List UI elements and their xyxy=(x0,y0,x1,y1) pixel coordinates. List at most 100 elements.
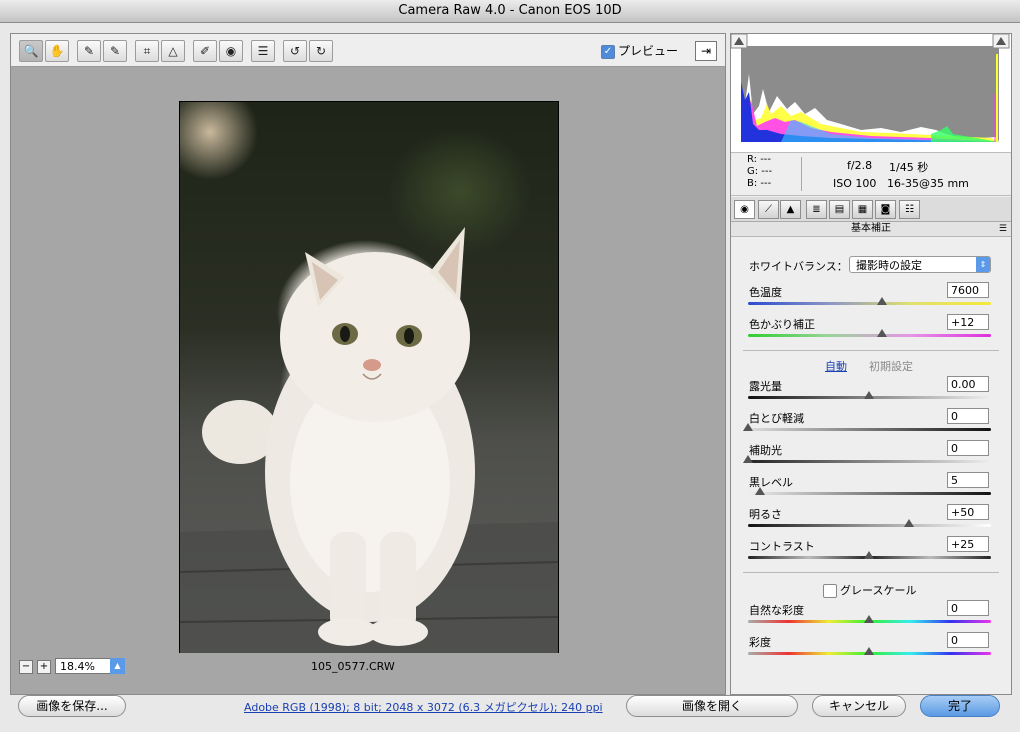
exposure-knob[interactable] xyxy=(864,391,874,399)
auto-link[interactable]: 自動 xyxy=(825,358,847,374)
contrast-knob[interactable] xyxy=(864,551,874,559)
grayscale-checkbox[interactable] xyxy=(823,584,837,598)
section-header: 基本補正 ☰ xyxy=(731,222,1011,237)
panel-menu-icon[interactable]: ☰ xyxy=(999,222,1007,236)
slider-label-tint: 色かぶり補正 xyxy=(749,318,815,331)
white-balance-label: ホワイトバランス： xyxy=(749,260,848,273)
vibrance-field[interactable]: 0 xyxy=(947,600,989,616)
workflow-options-link[interactable]: Adobe RGB (1998); 8 bit; 2048 x 3072 (6.… xyxy=(244,699,603,715)
tint-knob[interactable] xyxy=(877,329,887,337)
tab-lens-icon[interactable]: ▦ xyxy=(852,200,873,219)
white-balance-select[interactable]: 撮影時の設定 ⇕ xyxy=(849,256,991,273)
file-name: 105_0577.CRW xyxy=(311,660,395,673)
fill-light-knob[interactable] xyxy=(743,455,753,463)
exposure-field[interactable]: 0.00 xyxy=(947,376,989,392)
slider-label-contrast: コントラスト xyxy=(749,540,815,553)
green-readout: G: --- xyxy=(747,166,773,177)
tab-detail-icon[interactable]: ▲ xyxy=(780,200,801,219)
zoom-tool-icon[interactable]: 🔍 xyxy=(19,40,43,62)
preview-label: プレビュー xyxy=(618,44,679,58)
slider-label-temperature: 色温度 xyxy=(749,286,782,299)
aperture-value: f/2.8 xyxy=(847,159,873,172)
shutter-value: 1/45 秒 xyxy=(889,161,929,174)
zoom-out-button[interactable]: − xyxy=(19,660,33,674)
slider-label-vibrance: 自然な彩度 xyxy=(749,604,804,617)
recovery-slider[interactable] xyxy=(748,428,991,431)
saturation-knob[interactable] xyxy=(864,647,874,655)
recovery-field[interactable]: 0 xyxy=(947,408,989,424)
lens-value: 16-35@35 mm xyxy=(887,177,969,190)
cat-illustration xyxy=(180,227,558,669)
open-image-button[interactable]: 画像を開く xyxy=(626,695,798,717)
grayscale-toggle[interactable]: グレースケール xyxy=(823,582,916,598)
hand-tool-icon[interactable]: ✋ xyxy=(45,40,69,62)
temperature-field[interactable]: 7600 xyxy=(947,282,989,298)
slider-label-saturation: 彩度 xyxy=(749,636,771,649)
tint-field[interactable]: +12 xyxy=(947,314,989,330)
temperature-slider[interactable] xyxy=(748,302,991,305)
zoom-dropdown-icon[interactable]: ▲ xyxy=(110,658,125,674)
chevron-updown-icon: ⇕ xyxy=(976,257,990,272)
slider-label-recovery: 白とび軽減 xyxy=(749,412,804,425)
straighten-tool-icon[interactable]: △ xyxy=(161,40,185,62)
tab-hsl-icon[interactable]: ≣ xyxy=(806,200,827,219)
retouch-tool-icon[interactable]: ✐ xyxy=(193,40,217,62)
slider-label-exposure: 露光量 xyxy=(749,380,782,393)
info-divider xyxy=(801,157,802,191)
tab-presets-icon[interactable]: ☷ xyxy=(899,200,920,219)
slider-label-brightness: 明るさ xyxy=(749,508,782,521)
color-sampler-tool-icon[interactable]: ✎ xyxy=(103,40,127,62)
default-link: 初期設定 xyxy=(869,360,913,373)
cancel-button[interactable]: キャンセル xyxy=(812,695,906,717)
histogram xyxy=(730,33,1011,153)
brightness-field[interactable]: +50 xyxy=(947,504,989,520)
fullscreen-icon[interactable]: ⇥ xyxy=(695,41,717,61)
grayscale-label: グレースケール xyxy=(840,584,917,597)
recovery-knob[interactable] xyxy=(743,423,753,431)
tab-split-toning-icon[interactable]: ▤ xyxy=(829,200,850,219)
divider xyxy=(743,572,999,573)
vibrance-knob[interactable] xyxy=(864,615,874,623)
tool-bar: 🔍 ✋ ✎ ✎ ⌗ △ ✐ ◉ ☰ ↺ ↻ ✓ プレビュー ⇥ xyxy=(11,34,725,67)
preferences-tool-icon[interactable]: ☰ xyxy=(251,40,275,62)
tab-camera-calibration-icon[interactable]: ◙ xyxy=(875,200,896,219)
tab-tone-curve-icon[interactable]: ⟋ xyxy=(758,200,779,219)
adjustments-panel: R: --- G: --- B: --- f/2.8 1/45 秒 ISO 10… xyxy=(730,33,1012,695)
white-balance-tool-icon[interactable]: ✎ xyxy=(77,40,101,62)
brightness-knob[interactable] xyxy=(904,519,914,527)
blacks-slider[interactable] xyxy=(748,492,991,495)
white-balance-value: 撮影時の設定 xyxy=(856,259,922,272)
cat-photo xyxy=(179,101,559,670)
save-image-button[interactable]: 画像を保存... xyxy=(18,695,126,717)
tab-basic-icon[interactable]: ◉ xyxy=(734,200,755,219)
blacks-knob[interactable] xyxy=(755,487,765,495)
iso-value: ISO 100 xyxy=(833,177,877,190)
zoom-in-button[interactable]: + xyxy=(37,660,51,674)
red-readout: R: --- xyxy=(747,154,772,165)
window-title: Camera Raw 4.0 - Canon EOS 10D xyxy=(0,0,1020,23)
camera-raw-window: 🔍 ✋ ✎ ✎ ⌗ △ ✐ ◉ ☰ ↺ ↻ ✓ プレビュー ⇥ − + 18.4… xyxy=(0,23,1020,732)
saturation-field[interactable]: 0 xyxy=(947,632,989,648)
blue-readout: B: --- xyxy=(747,178,772,189)
preview-toggle[interactable]: ✓ プレビュー xyxy=(601,42,678,59)
exif-info: R: --- G: --- B: --- f/2.8 1/45 秒 ISO 10… xyxy=(731,153,1011,196)
blacks-field[interactable]: 5 xyxy=(947,472,989,488)
contrast-field[interactable]: +25 xyxy=(947,536,989,552)
slider-label-fill-light: 補助光 xyxy=(749,444,782,457)
preview-checkbox[interactable]: ✓ xyxy=(601,44,615,59)
rotate-ccw-tool-icon[interactable]: ↺ xyxy=(283,40,307,62)
done-button[interactable]: 完了 xyxy=(920,695,1000,717)
temperature-knob[interactable] xyxy=(877,297,887,305)
brightness-slider[interactable] xyxy=(748,524,991,527)
preview-area: 🔍 ✋ ✎ ✎ ⌗ △ ✐ ◉ ☰ ↺ ↻ ✓ プレビュー ⇥ − + 18.4… xyxy=(10,33,726,695)
divider xyxy=(743,350,999,351)
image-canvas[interactable] xyxy=(11,67,725,670)
status-bar: − + 18.4% ▲ 105_0577.CRW xyxy=(11,653,725,693)
rotate-cw-tool-icon[interactable]: ↻ xyxy=(309,40,333,62)
red-eye-tool-icon[interactable]: ◉ xyxy=(219,40,243,62)
crop-tool-icon[interactable]: ⌗ xyxy=(135,40,159,62)
section-title: 基本補正 xyxy=(851,223,891,234)
fill-light-slider[interactable] xyxy=(748,460,991,463)
tint-slider[interactable] xyxy=(748,334,991,337)
fill-light-field[interactable]: 0 xyxy=(947,440,989,456)
